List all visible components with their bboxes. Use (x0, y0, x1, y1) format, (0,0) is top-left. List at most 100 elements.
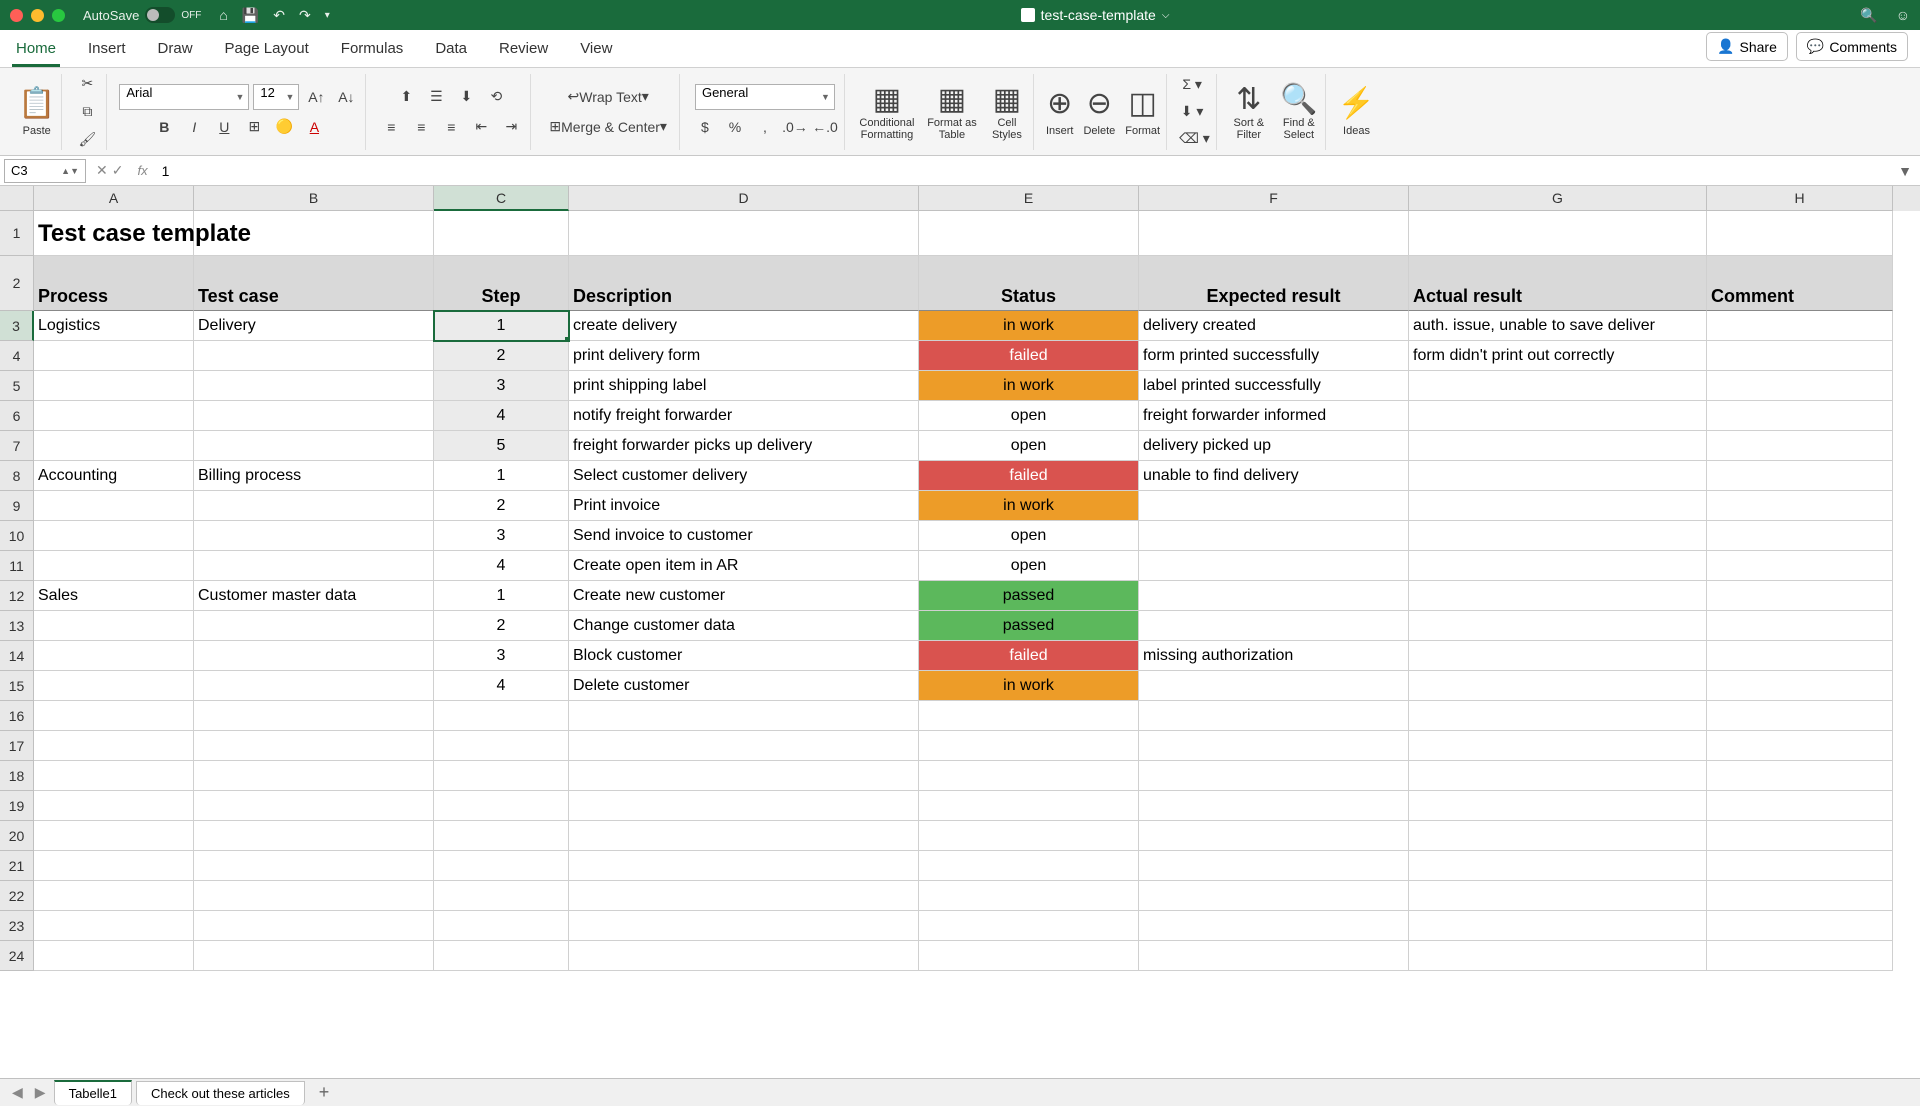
cell[interactable] (1139, 941, 1409, 971)
cell[interactable] (34, 551, 194, 581)
cell[interactable] (1707, 371, 1893, 401)
cell[interactable] (434, 851, 569, 881)
cell[interactable] (1409, 611, 1707, 641)
col-header-C[interactable]: C (434, 186, 569, 211)
cell[interactable] (34, 371, 194, 401)
cell[interactable] (1139, 581, 1409, 611)
clear-icon[interactable]: ⌫ ▾ (1179, 128, 1210, 149)
cell[interactable] (34, 731, 194, 761)
cell[interactable] (919, 761, 1139, 791)
format-as-table-button[interactable]: ▦Format as Table (927, 82, 977, 141)
cell[interactable] (194, 341, 434, 371)
row-header[interactable]: 13 (0, 611, 34, 641)
cell[interactable]: 4 (434, 671, 569, 701)
row-header[interactable]: 22 (0, 881, 34, 911)
cell[interactable]: Select customer delivery (569, 461, 919, 491)
cell[interactable] (1707, 401, 1893, 431)
row-header[interactable]: 15 (0, 671, 34, 701)
cell[interactable]: create delivery (569, 311, 919, 341)
fill-color-button[interactable]: 🟡 (271, 114, 297, 140)
cell[interactable] (1139, 701, 1409, 731)
row-header[interactable]: 19 (0, 791, 34, 821)
formula-input[interactable] (156, 156, 1891, 185)
cell[interactable] (434, 941, 569, 971)
cell[interactable] (1707, 791, 1893, 821)
delete-cells-button[interactable]: ⊖Delete (1083, 86, 1115, 137)
cell[interactable] (1139, 611, 1409, 641)
cell[interactable] (194, 211, 434, 256)
cell[interactable] (1707, 941, 1893, 971)
align-center-icon[interactable]: ≡ (408, 114, 434, 140)
cell[interactable] (1707, 761, 1893, 791)
row-header[interactable]: 6 (0, 401, 34, 431)
cell[interactable] (34, 851, 194, 881)
row-header[interactable]: 5 (0, 371, 34, 401)
row-header[interactable]: 18 (0, 761, 34, 791)
cell[interactable]: 1 (434, 311, 569, 341)
cell[interactable] (34, 401, 194, 431)
cell[interactable]: Create new customer (569, 581, 919, 611)
col-header-E[interactable]: E (919, 186, 1139, 211)
cell[interactable]: in work (919, 311, 1139, 341)
cell[interactable] (194, 551, 434, 581)
cell[interactable] (919, 821, 1139, 851)
cell[interactable]: open (919, 431, 1139, 461)
paste-button[interactable]: 📋 Paste (18, 86, 55, 137)
increase-font-icon[interactable]: A↑ (303, 84, 329, 110)
cell-styles-button[interactable]: ▦Cell Styles (987, 82, 1027, 141)
row-header[interactable]: 14 (0, 641, 34, 671)
currency-icon[interactable]: $ (692, 114, 718, 140)
row-header[interactable]: 9 (0, 491, 34, 521)
row-header[interactable]: 3 (0, 311, 34, 341)
cell[interactable]: Billing process (194, 461, 434, 491)
cell[interactable] (1139, 551, 1409, 581)
cell[interactable] (569, 941, 919, 971)
ideas-button[interactable]: ⚡Ideas (1338, 86, 1375, 137)
cell[interactable]: open (919, 401, 1139, 431)
cell[interactable] (34, 491, 194, 521)
cell[interactable] (34, 341, 194, 371)
comma-icon[interactable]: , (752, 114, 778, 140)
cell[interactable] (34, 701, 194, 731)
cell[interactable] (194, 491, 434, 521)
sheet-nav-prev-icon[interactable]: ◀ (8, 1084, 27, 1101)
percent-icon[interactable]: % (722, 114, 748, 140)
col-header-G[interactable]: G (1409, 186, 1707, 211)
cell[interactable] (1139, 791, 1409, 821)
cell[interactable] (1707, 611, 1893, 641)
cell[interactable]: 5 (434, 431, 569, 461)
minimize-window-icon[interactable] (31, 9, 44, 22)
cell[interactable] (194, 791, 434, 821)
cell[interactable] (919, 701, 1139, 731)
cut-icon[interactable]: ✂ (74, 74, 100, 94)
cell[interactable]: delivery picked up (1139, 431, 1409, 461)
orientation-icon[interactable]: ⟲ (483, 84, 509, 110)
cell[interactable]: passed (919, 611, 1139, 641)
sheet-tab[interactable]: Tabelle1 (54, 1080, 132, 1105)
cell[interactable] (919, 941, 1139, 971)
cell[interactable] (569, 821, 919, 851)
redo-icon[interactable]: ↷ (299, 7, 311, 24)
conditional-formatting-button[interactable]: ▦Conditional Formatting (857, 82, 917, 141)
cell[interactable] (1707, 701, 1893, 731)
cell[interactable] (569, 911, 919, 941)
cell[interactable] (1409, 491, 1707, 521)
format-cells-button[interactable]: ◫Format (1125, 86, 1160, 137)
insert-cells-button[interactable]: ⊕Insert (1046, 86, 1074, 137)
cell[interactable] (1409, 401, 1707, 431)
cell[interactable] (194, 701, 434, 731)
cell[interactable] (569, 701, 919, 731)
cell[interactable]: Accounting (34, 461, 194, 491)
decrease-font-icon[interactable]: A↓ (333, 84, 359, 110)
col-header-H[interactable]: H (1707, 186, 1893, 211)
tab-review[interactable]: Review (495, 32, 552, 67)
name-box-dropdown-icon[interactable]: ▲▼ (61, 166, 79, 176)
cell[interactable] (1139, 671, 1409, 701)
cell[interactable] (1707, 211, 1893, 256)
cell[interactable] (1409, 791, 1707, 821)
cell[interactable] (194, 641, 434, 671)
cell[interactable] (1707, 341, 1893, 371)
enter-formula-icon[interactable]: ✓ (112, 162, 124, 179)
cell[interactable] (1707, 551, 1893, 581)
bold-button[interactable]: B (151, 114, 177, 140)
